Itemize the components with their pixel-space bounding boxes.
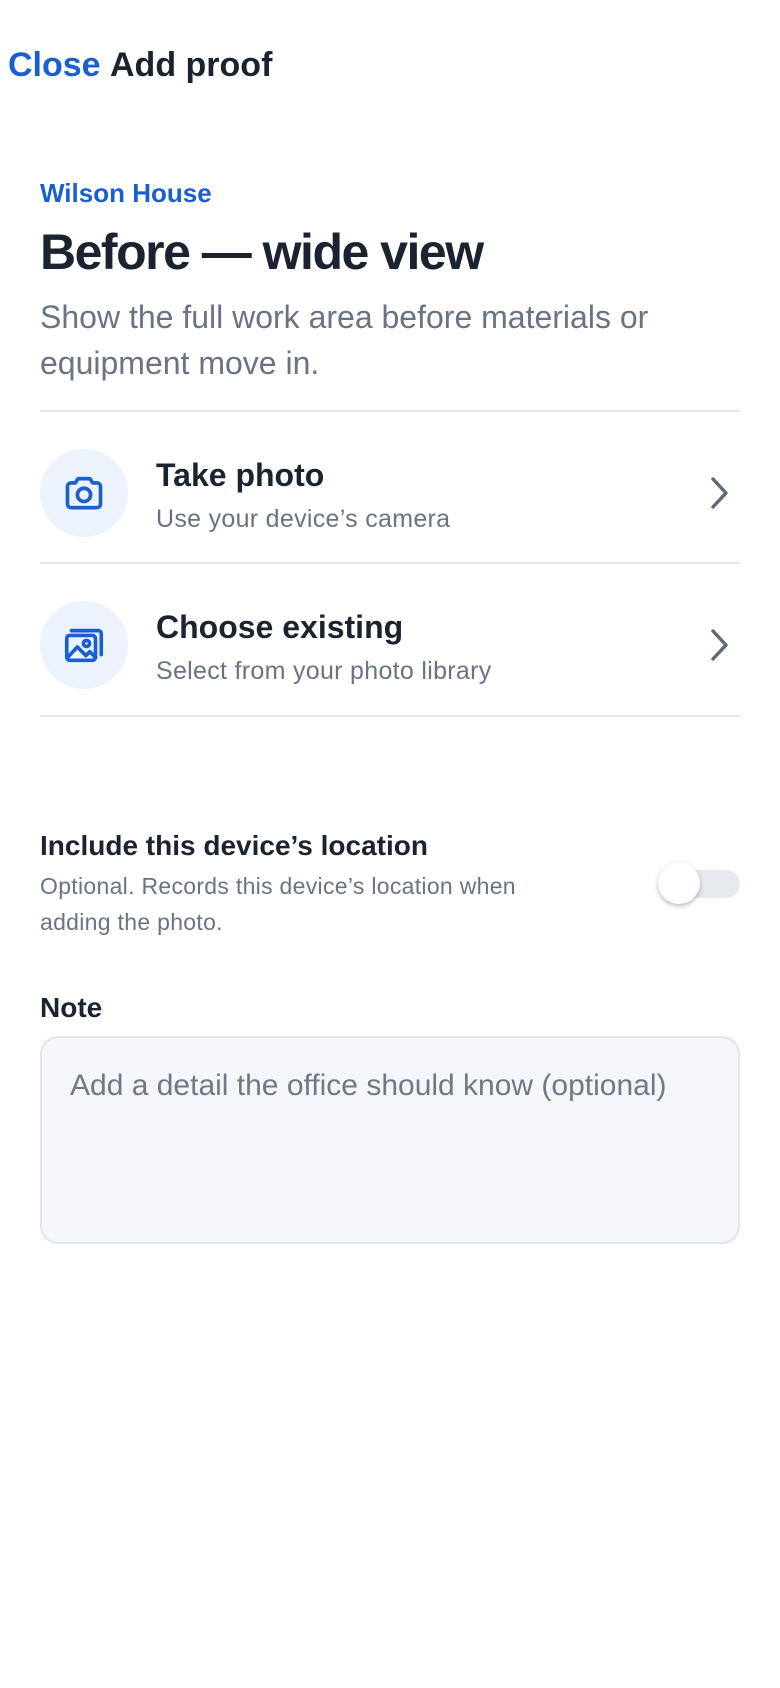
- option-title: Take photo: [156, 457, 325, 493]
- location-title: Include this device’s location: [40, 830, 428, 861]
- project-name: Wilson House: [40, 178, 212, 208]
- divider: [40, 715, 740, 717]
- camera-icon: [40, 449, 128, 537]
- add-proof-screen: Close Add proof Wilson House Before — wi…: [0, 0, 780, 1688]
- step-description: Show the full work area before materials…: [40, 299, 649, 381]
- chevron-right-icon: [711, 477, 728, 509]
- step-title: Before — wide view: [40, 224, 484, 280]
- location-toggle[interactable]: [658, 862, 740, 904]
- chevron-right-icon: [711, 629, 728, 661]
- take-photo-option[interactable]: Take photo Use your device’s camera: [40, 411, 740, 573]
- photo-library-icon: [40, 601, 128, 689]
- option-title: Choose existing: [156, 609, 404, 645]
- note-label: Note: [40, 992, 103, 1023]
- header: Close Add proof: [0, 0, 780, 130]
- option-subtitle: Use your device’s camera: [156, 505, 451, 533]
- header-title: Add proof: [110, 46, 273, 84]
- option-subtitle: Select from your photo library: [156, 657, 492, 685]
- location-description: Optional. Records this device’s location…: [40, 873, 516, 935]
- close-button[interactable]: Close: [8, 42, 101, 88]
- note-field[interactable]: [40, 1036, 740, 1244]
- choose-existing-option[interactable]: Choose existing Select from your photo l…: [40, 563, 740, 725]
- toggle-knob[interactable]: [658, 862, 700, 904]
